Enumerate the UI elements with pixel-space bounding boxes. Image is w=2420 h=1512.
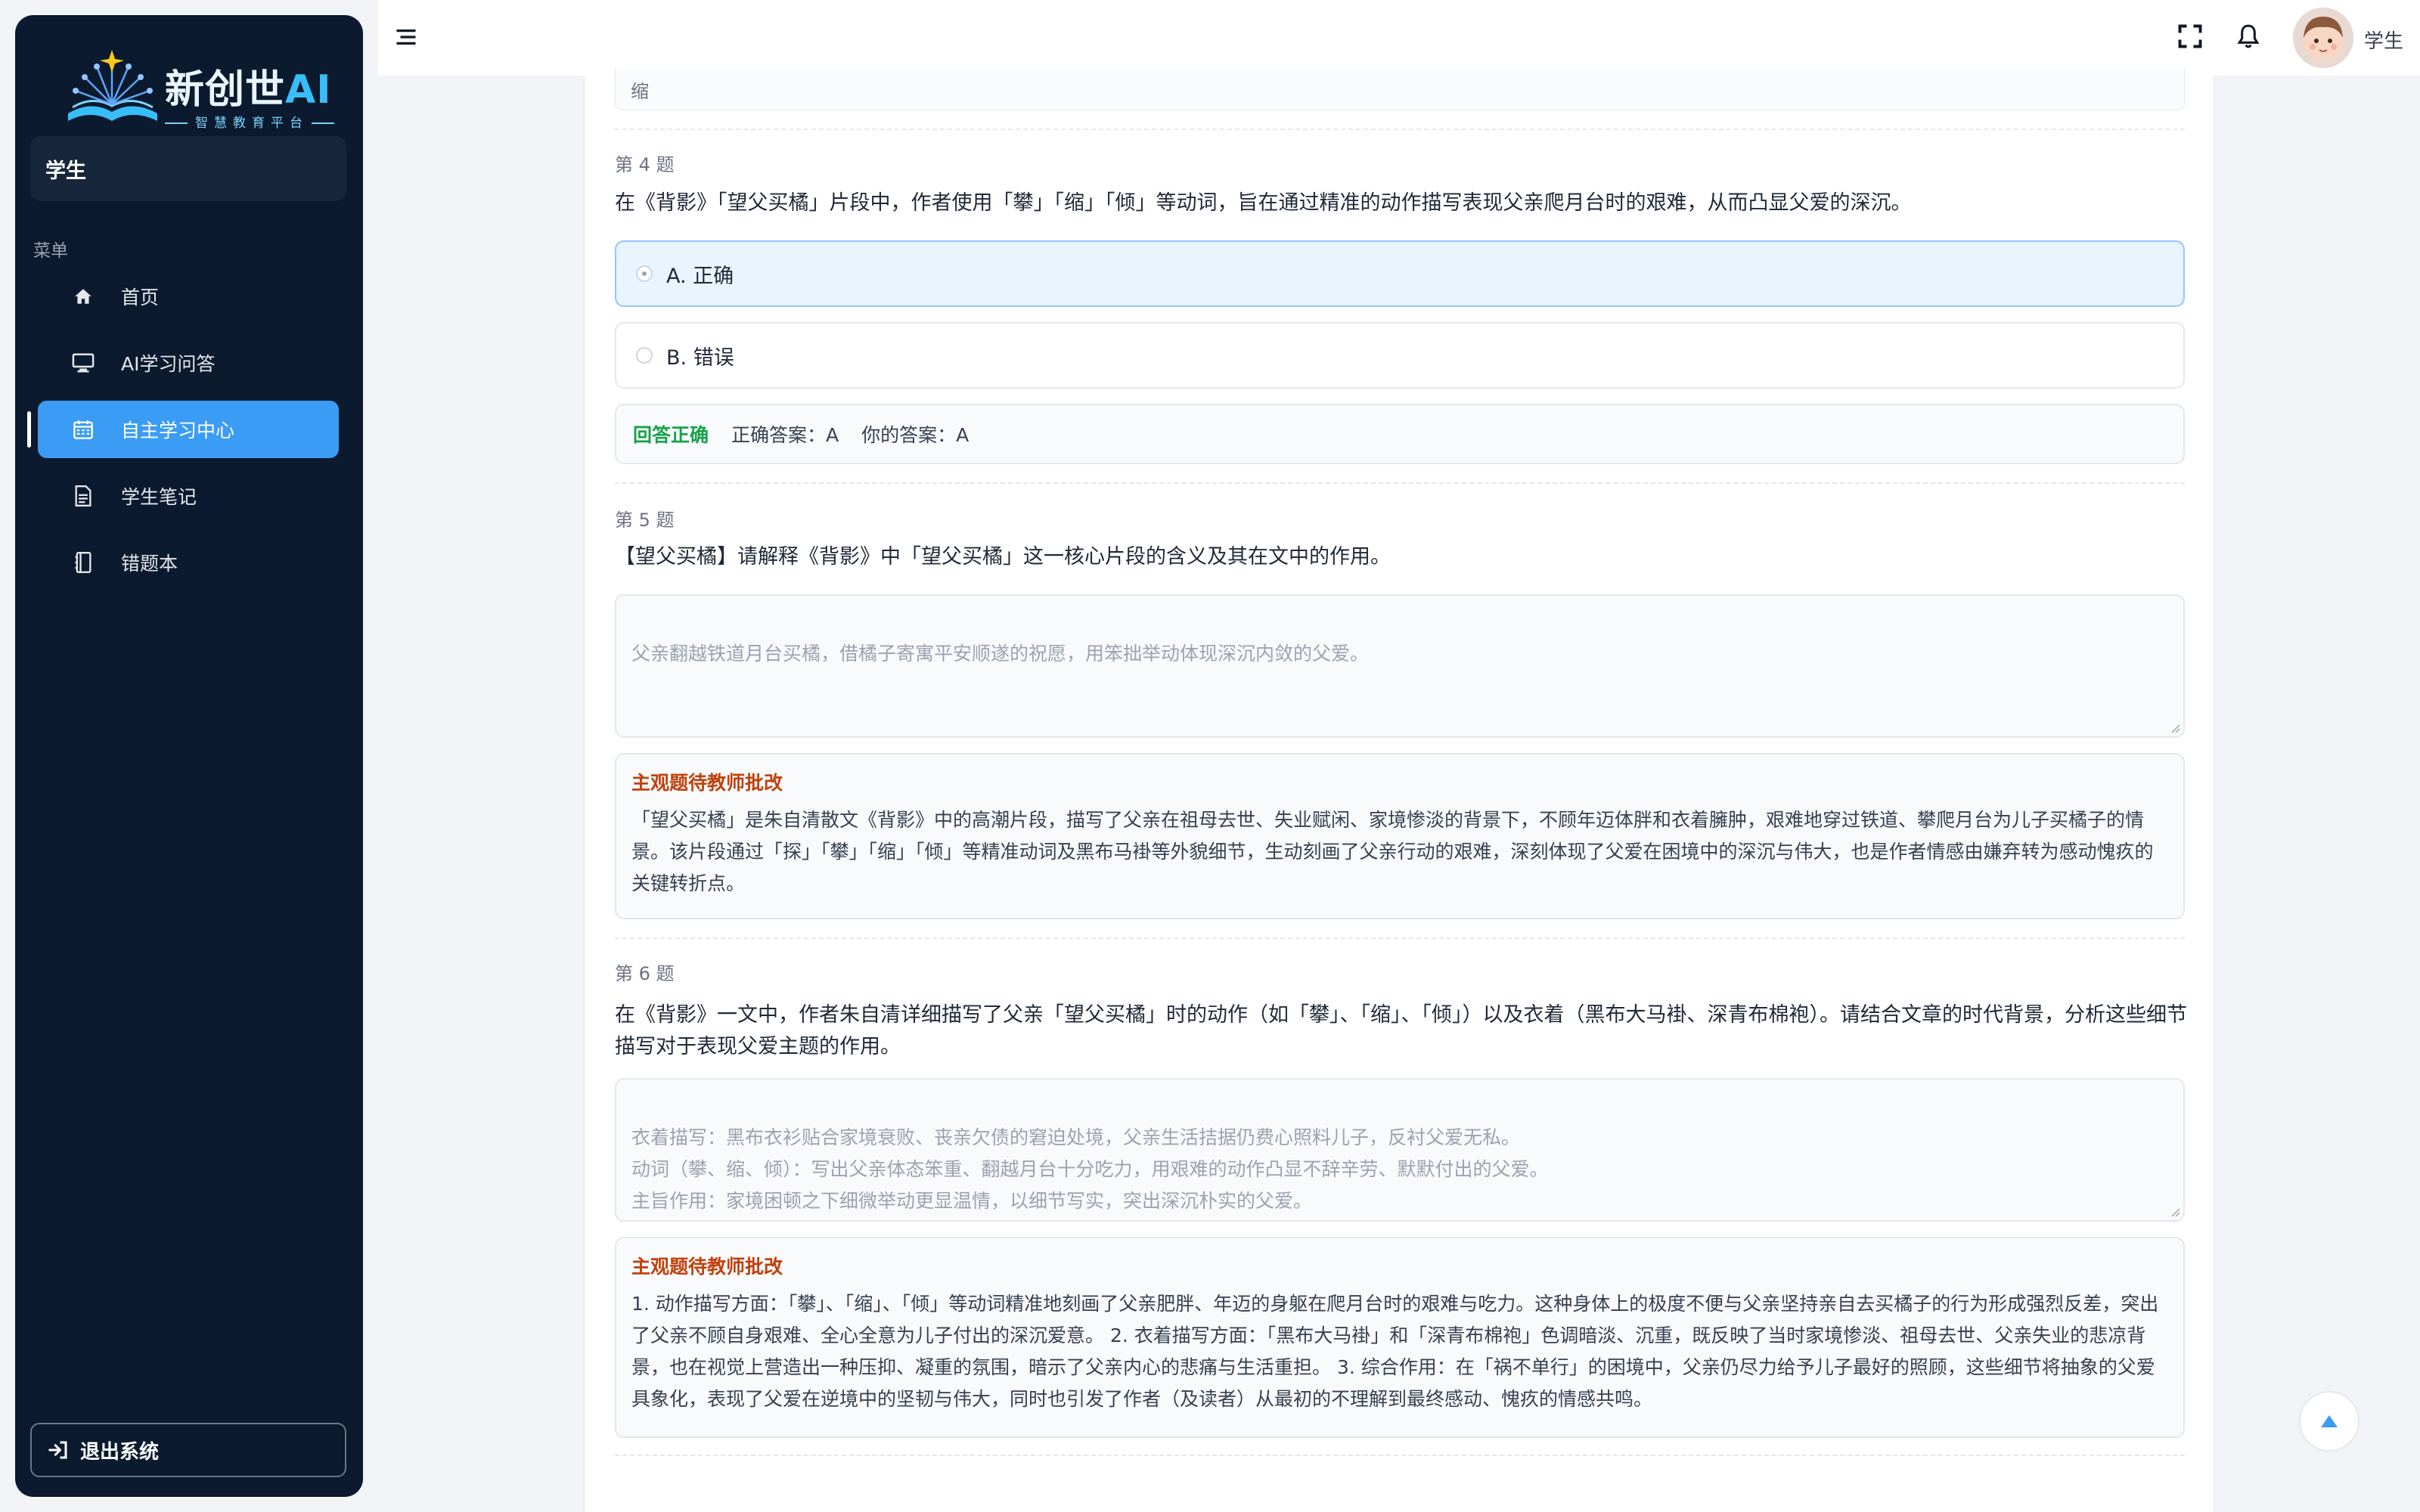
sidebar-item-notes[interactable]: 学生笔记 — [38, 467, 339, 525]
teacher-review-box: 主观题待教师批改 「望父买橘」是朱自清散文《背影》中的高潮片段，描写了父亲在祖母… — [615, 753, 2185, 919]
brand-subtitle: 智慧教育平台 — [165, 112, 334, 131]
review-reference-text: 「望父买橘」是朱自清散文《背影》中的高潮片段，描写了父亲在祖母去世、失业赋闲、家… — [631, 809, 2154, 894]
teacher-review-box: 主观题待教师批改 1. 动作描写方面：「攀」、「缩」、「倾」等动词精准地刻画了父… — [615, 1237, 2185, 1438]
divider — [615, 1455, 2185, 1456]
calendar-icon — [71, 417, 95, 442]
answer-text: 衣着描写：黑布衣衫贴合家境衰败、丧亲欠债的窘迫处境，父亲生活拮据仍费心照料儿子，… — [631, 1126, 1549, 1212]
sidebar-nav: 首页 AI学习问答 自主学习中心 学生笔记 错题本 — [27, 268, 339, 600]
logout-label: 退出系统 — [80, 1440, 160, 1464]
menu-toggle-icon[interactable] — [395, 26, 417, 48]
sidebar: 新创世AI 智慧教育平台 学生 菜单 首页 AI学习问答 自主学习中心 学生笔记… — [15, 15, 363, 1497]
brand-logo: 新创世AI 智慧教育平台 — [64, 42, 343, 133]
radio-unselected[interactable] — [636, 347, 653, 364]
correct-answer: 正确答案：A — [731, 424, 839, 446]
divider — [615, 482, 2185, 484]
question-number: 第 5 题 — [615, 510, 675, 531]
sidebar-item-mistake-book[interactable]: 错题本 — [38, 534, 339, 591]
radio-selected[interactable] — [636, 265, 653, 282]
monitor-icon — [71, 351, 95, 375]
answer-textarea[interactable]: 父亲翻越铁道月台买橘，借橘子寄寓平安顺遂的祝愿，用笨拙举动体现深沉内敛的父爱。 — [615, 594, 2185, 738]
divider — [615, 129, 2185, 130]
option-label: A. 正确 — [666, 264, 734, 288]
sidebar-item-label: 自主学习中心 — [121, 420, 235, 442]
question-text: 在《背影》一文中，作者朱自清详细描写了父亲「望父买橘」时的动作（如「攀」、「缩」… — [615, 1003, 2187, 1058]
avatar[interactable] — [2293, 8, 2353, 68]
answer-textarea[interactable]: 衣着描写：黑布衣衫贴合家境衰败、丧亲欠债的窘迫处境，父亲生活拮据仍费心照料儿子，… — [615, 1078, 2185, 1222]
option-a[interactable]: A. 正确 — [615, 240, 2185, 307]
logout-icon — [47, 1439, 70, 1461]
sidebar-item-label: 错题本 — [121, 553, 178, 575]
sidebar-item-label: 学生笔记 — [121, 486, 197, 508]
sidebar-item-label: AI学习问答 — [121, 353, 216, 375]
home-icon — [71, 284, 95, 308]
previous-answer-tail: 缩 — [615, 68, 2185, 110]
sidebar-item-ai-qa[interactable]: AI学习问答 — [38, 334, 339, 392]
question-number: 第 4 题 — [615, 154, 675, 175]
resize-grip-icon[interactable] — [2168, 1205, 2180, 1217]
sidebar-item-self-study[interactable]: 自主学习中心 — [27, 401, 339, 458]
divider — [615, 937, 2185, 939]
top-bar: 学生 — [378, 0, 2420, 76]
book-star-icon — [68, 50, 157, 121]
option-label: B. 错误 — [666, 345, 734, 370]
brand-title: 新创世AI — [165, 67, 332, 113]
question-text: 在《背影》「望父买橘」片段中，作者使用「攀」「缩」「倾」等动词，旨在通过精准的动… — [615, 191, 1912, 215]
user-name[interactable]: 学生 — [2364, 26, 2403, 54]
fullscreen-icon[interactable] — [2176, 23, 2204, 50]
question-text: 【望父买橘】请解释《背影》中「望父买橘」这一核心片段的含义及其在文中的作用。 — [615, 545, 1391, 569]
resize-grip-icon[interactable] — [2168, 721, 2180, 733]
menu-label: 菜单 — [33, 241, 68, 261]
review-reference-text: 1. 动作描写方面：「攀」、「缩」、「倾」等动词精准地刻画了父亲肥胖、年迈的身躯… — [631, 1293, 2159, 1410]
option-b[interactable]: B. 错误 — [615, 322, 2185, 389]
role-badge: 学生 — [30, 136, 346, 201]
logout-button[interactable]: 退出系统 — [30, 1423, 346, 1477]
scroll-to-top-button[interactable] — [2299, 1391, 2360, 1452]
review-status: 主观题待教师批改 — [631, 772, 783, 794]
notification-bell-icon[interactable] — [2235, 23, 2263, 50]
notebook-icon — [71, 550, 95, 575]
sidebar-item-label: 首页 — [121, 287, 160, 308]
quiz-content: 缩 第 4 题 在《背影》「望父买橘」片段中，作者使用「攀」「缩」「倾」等动词，… — [584, 68, 2214, 1512]
review-status: 主观题待教师批改 — [631, 1256, 783, 1278]
your-answer: 你的答案：A — [861, 424, 970, 446]
sidebar-item-home[interactable]: 首页 — [38, 268, 339, 325]
document-icon — [71, 484, 95, 508]
question-number: 第 6 题 — [615, 963, 675, 984]
result-status: 回答正确 — [633, 424, 709, 446]
triangle-up-icon — [2321, 1415, 2338, 1427]
answer-text: 父亲翻越铁道月台买橘，借橘子寄寓平安顺遂的祝愿，用笨拙举动体现深沉内敛的父爱。 — [631, 643, 1370, 665]
answer-result: 回答正确 正确答案：A 你的答案：A — [615, 404, 2185, 464]
